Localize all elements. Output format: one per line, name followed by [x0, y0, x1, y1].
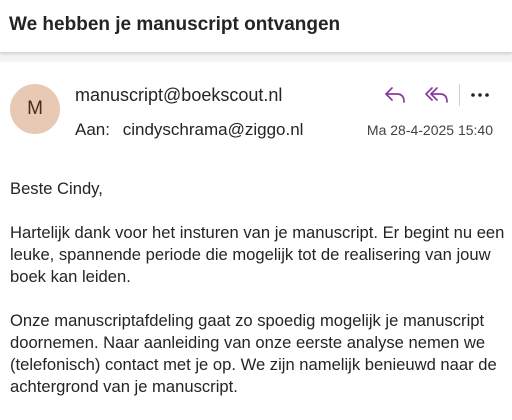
reply-icon: [385, 87, 405, 103]
body-paragraph-1: Hartelijk dank voor het insturen van je …: [10, 223, 505, 286]
message-header: M manuscript@boekscout.nl Aan: cindyschr…: [0, 62, 512, 152]
subject-bar: We hebben je manuscript ontvangen: [0, 0, 512, 52]
actions-divider: [459, 84, 460, 106]
reply-all-icon: [425, 87, 448, 103]
more-icon: [471, 93, 489, 97]
recipient-row: Aan: cindyschrama@ziggo.nl: [75, 120, 303, 140]
reply-button[interactable]: [381, 82, 409, 108]
email-subject: We hebben je manuscript ontvangen: [9, 14, 341, 35]
message-actions: [381, 82, 494, 108]
message-date: Ma 28-4-2025 15:40: [366, 122, 493, 138]
more-actions-button[interactable]: [466, 82, 494, 108]
body-greeting: Beste Cindy,: [10, 179, 103, 198]
message-body: Beste Cindy, Hartelijk dank voor het ins…: [10, 178, 506, 420]
recipient-label: Aan:: [75, 120, 110, 139]
sender-avatar[interactable]: M: [10, 84, 60, 134]
body-paragraph-2: Onze manuscriptafdeling gaat zo spoedig …: [10, 311, 497, 396]
header-separator: [0, 52, 512, 62]
recipient-email[interactable]: cindyschrama@ziggo.nl: [123, 120, 304, 139]
reply-all-button[interactable]: [423, 82, 451, 108]
sender-email[interactable]: manuscript@boekscout.nl: [75, 85, 282, 106]
